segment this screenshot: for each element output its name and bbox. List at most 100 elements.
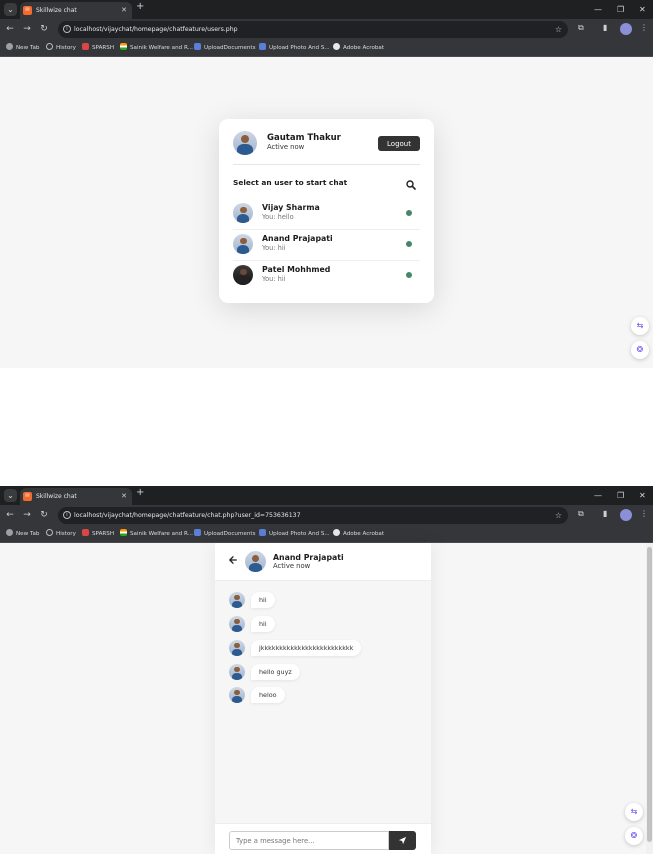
bookmark-item[interactable]: Upload Photo And S...: [259, 526, 330, 543]
bookmark-item[interactable]: UploadDocuments: [194, 40, 256, 57]
sidepanel-icon[interactable]: ▮: [603, 509, 607, 518]
ai-extension-icon[interactable]: ❂: [631, 341, 649, 359]
message-avatar: [229, 687, 245, 703]
typing-area: [215, 823, 431, 854]
extensions-icon[interactable]: ⧉: [578, 509, 584, 519]
bookmarks-bar: New Tab History SPARSH Sainik Welfare an…: [0, 40, 653, 57]
online-status-dot: [406, 241, 412, 247]
partner-status: Active now: [273, 562, 311, 570]
user-name: Patel Mohhmed: [262, 265, 331, 274]
window-close-icon[interactable]: ✕: [639, 0, 646, 19]
search-row: Select an user to start chat: [233, 177, 420, 191]
user-item[interactable]: Patel Mohhmed You: hii: [233, 261, 420, 292]
user-avatar: [233, 265, 253, 285]
user-last-message: You: hii: [262, 275, 286, 283]
user-name: Vijay Sharma: [262, 203, 320, 212]
sidepanel-icon[interactable]: ▮: [603, 23, 607, 32]
restore-icon[interactable]: ❐: [617, 486, 624, 505]
online-status-dot: [406, 272, 412, 278]
tab-title: Skillwize chat: [36, 493, 77, 500]
new-tab-icon[interactable]: +: [136, 487, 144, 498]
menu-kebab-icon[interactable]: ⋮: [640, 509, 648, 518]
reload-icon[interactable]: ↻: [37, 508, 51, 522]
bookmark-item[interactable]: Sainik Welfare and R...: [120, 40, 193, 57]
message-bubble: jkkkkkkkkkkkkkkkkkkkkkkkkk: [251, 640, 362, 656]
message-bubble: hii: [251, 592, 275, 608]
search-icon[interactable]: [404, 177, 418, 191]
browser-tab[interactable]: ✉ Skillwize chat ✕: [20, 2, 132, 19]
bookmark-item[interactable]: Sainik Welfare and R...: [120, 526, 193, 543]
address-bar[interactable]: i localhost/vijaychat/homepage/chatfeatu…: [58, 21, 568, 38]
translate-extension-icon[interactable]: ⇆: [625, 803, 643, 821]
window-close-icon[interactable]: ✕: [639, 486, 646, 505]
forward-icon[interactable]: →: [20, 508, 34, 522]
chat-screenshot: ⌄ ✉ Skillwize chat ✕ + — ❐ ✕ ← → ↻ i loc…: [0, 486, 653, 854]
profile-avatar[interactable]: [620, 509, 632, 521]
forward-icon[interactable]: →: [20, 22, 34, 36]
bookmark-item[interactable]: SPARSH: [82, 40, 114, 57]
scrollbar-thumb[interactable]: [647, 547, 652, 842]
user-avatar: [233, 234, 253, 254]
message-avatar: [229, 664, 245, 680]
chat-header: Anand Prajapati Active now: [215, 543, 431, 581]
browser-tab-bar: ⌄ ✉ Skillwize chat ✕ + — ❐ ✕: [0, 0, 653, 19]
user-item[interactable]: Anand Prajapati You: hii: [233, 230, 420, 261]
extensions-icon[interactable]: ⧉: [578, 23, 584, 33]
online-status-dot: [406, 210, 412, 216]
site-info-icon[interactable]: i: [63, 511, 71, 519]
user-avatar: [233, 203, 253, 223]
bookmark-item[interactable]: Adobe Acrobat: [333, 526, 384, 543]
search-label: Select an user to start chat: [233, 178, 348, 187]
back-icon[interactable]: ←: [3, 508, 17, 522]
tab-title: Skillwize chat: [36, 7, 77, 14]
bookmark-item[interactable]: UploadDocuments: [194, 526, 256, 543]
send-icon: [398, 836, 407, 845]
profile-avatar[interactable]: [620, 23, 632, 35]
new-tab-icon[interactable]: +: [136, 1, 144, 12]
chat-messages: hii hii jkkkkkkkkkkkkkkkkkkkkkkkkk hello…: [215, 581, 431, 823]
tab-close-icon[interactable]: ✕: [121, 488, 127, 505]
bookmark-item[interactable]: Upload Photo And S...: [259, 40, 330, 57]
bookmark-item[interactable]: SPARSH: [82, 526, 114, 543]
message-bubble: hello guyz: [251, 664, 300, 680]
message-avatar: [229, 616, 245, 632]
bookmark-star-icon[interactable]: ☆: [555, 21, 562, 38]
message-bubble: hii: [251, 616, 275, 632]
bookmark-item[interactable]: Adobe Acrobat: [333, 40, 384, 57]
bookmark-item[interactable]: New Tab: [6, 40, 39, 57]
back-arrow-icon[interactable]: [228, 555, 240, 567]
site-info-icon[interactable]: i: [63, 25, 71, 33]
back-icon[interactable]: ←: [3, 22, 17, 36]
message-bubble: heloo: [251, 687, 285, 703]
browser-tab-bar: ⌄ ✉ Skillwize chat ✕ + — ❐ ✕: [0, 486, 653, 505]
minimize-icon[interactable]: —: [594, 486, 602, 505]
page-scrollbar[interactable]: [646, 543, 653, 854]
translate-extension-icon[interactable]: ⇆: [631, 317, 649, 335]
user-last-message: You: hello: [262, 213, 294, 221]
browser-toolbar: ← → ↻ i localhost/vijaychat/homepage/cha…: [0, 505, 653, 526]
bookmark-star-icon[interactable]: ☆: [555, 507, 562, 524]
current-user-name: Gautam Thakur: [267, 133, 341, 143]
address-bar[interactable]: i localhost/vijaychat/homepage/chatfeatu…: [58, 507, 568, 524]
bookmark-item[interactable]: History: [46, 40, 76, 57]
users-header: Gautam Thakur Active now Logout: [233, 131, 420, 165]
minimize-icon[interactable]: —: [594, 0, 602, 19]
bookmark-item[interactable]: New Tab: [6, 526, 39, 543]
tab-close-icon[interactable]: ✕: [121, 2, 127, 19]
message-input[interactable]: [229, 831, 389, 850]
restore-icon[interactable]: ❐: [617, 0, 624, 19]
user-item[interactable]: Vijay Sharma You: hello: [233, 199, 420, 230]
tab-search-icon[interactable]: ⌄: [4, 3, 17, 16]
tab-search-icon[interactable]: ⌄: [4, 489, 17, 502]
bookmark-item[interactable]: History: [46, 526, 76, 543]
blank-gap: [0, 368, 653, 486]
send-button[interactable]: [389, 831, 416, 850]
current-user-avatar: [233, 131, 257, 155]
ai-extension-icon[interactable]: ❂: [625, 827, 643, 845]
user-name: Anand Prajapati: [262, 234, 333, 243]
favicon-icon: ✉: [23, 6, 32, 15]
menu-kebab-icon[interactable]: ⋮: [640, 23, 648, 32]
logout-button[interactable]: Logout: [378, 136, 420, 151]
browser-tab[interactable]: ✉ Skillwize chat ✕: [20, 488, 132, 505]
reload-icon[interactable]: ↻: [37, 22, 51, 36]
